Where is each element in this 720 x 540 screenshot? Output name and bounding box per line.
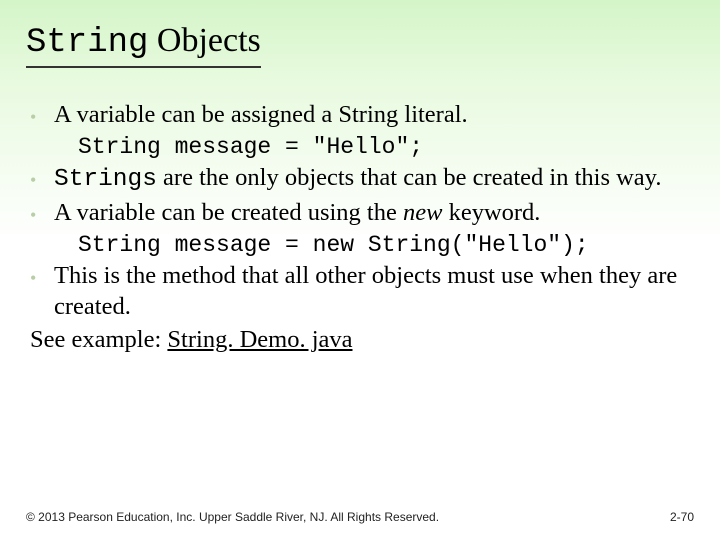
bullet-icon: • (30, 100, 54, 131)
content-area: • A variable can be assigned a String li… (30, 100, 690, 355)
footer-copyright: © 2013 Pearson Education, Inc. Upper Sad… (26, 510, 439, 524)
title-code: String (26, 24, 148, 62)
title-rest: Objects (148, 22, 260, 59)
bullet-1-text: A variable can be assigned a String lite… (54, 100, 690, 131)
bullet-3-text: A variable can be created using the new … (54, 198, 690, 229)
bullet-3-pre: A variable can be created using the (54, 199, 403, 226)
code-line-2: String message = new String("Hello"); (78, 231, 690, 260)
bullet-icon: • (30, 261, 54, 322)
bullet-1: • A variable can be assigned a String li… (30, 100, 690, 131)
bullet-icon: • (30, 198, 54, 229)
slide-title: String Objects (26, 22, 261, 68)
code-line-1: String message = "Hello"; (78, 133, 690, 162)
footer-page-number: 2-70 (670, 510, 694, 524)
bullet-3-italic: new (403, 199, 442, 226)
see-example: See example: String. Demo. java (30, 325, 690, 356)
bullet-2: • Strings are the only objects that can … (30, 163, 690, 196)
bullet-2-code: Strings (54, 166, 157, 193)
bullet-4: • This is the method that all other obje… (30, 261, 690, 322)
bullet-3: • A variable can be created using the ne… (30, 198, 690, 229)
example-link[interactable]: String. Demo. java (167, 326, 352, 353)
see-prefix: See example: (30, 326, 167, 353)
bullet-icon: • (30, 163, 54, 196)
bullet-3-post: keyword. (442, 199, 540, 226)
bullet-2-text: Strings are the only objects that can be… (54, 163, 690, 196)
bullet-2-rest: are the only objects that can be created… (157, 164, 662, 191)
bullet-4-text: This is the method that all other object… (54, 261, 690, 322)
